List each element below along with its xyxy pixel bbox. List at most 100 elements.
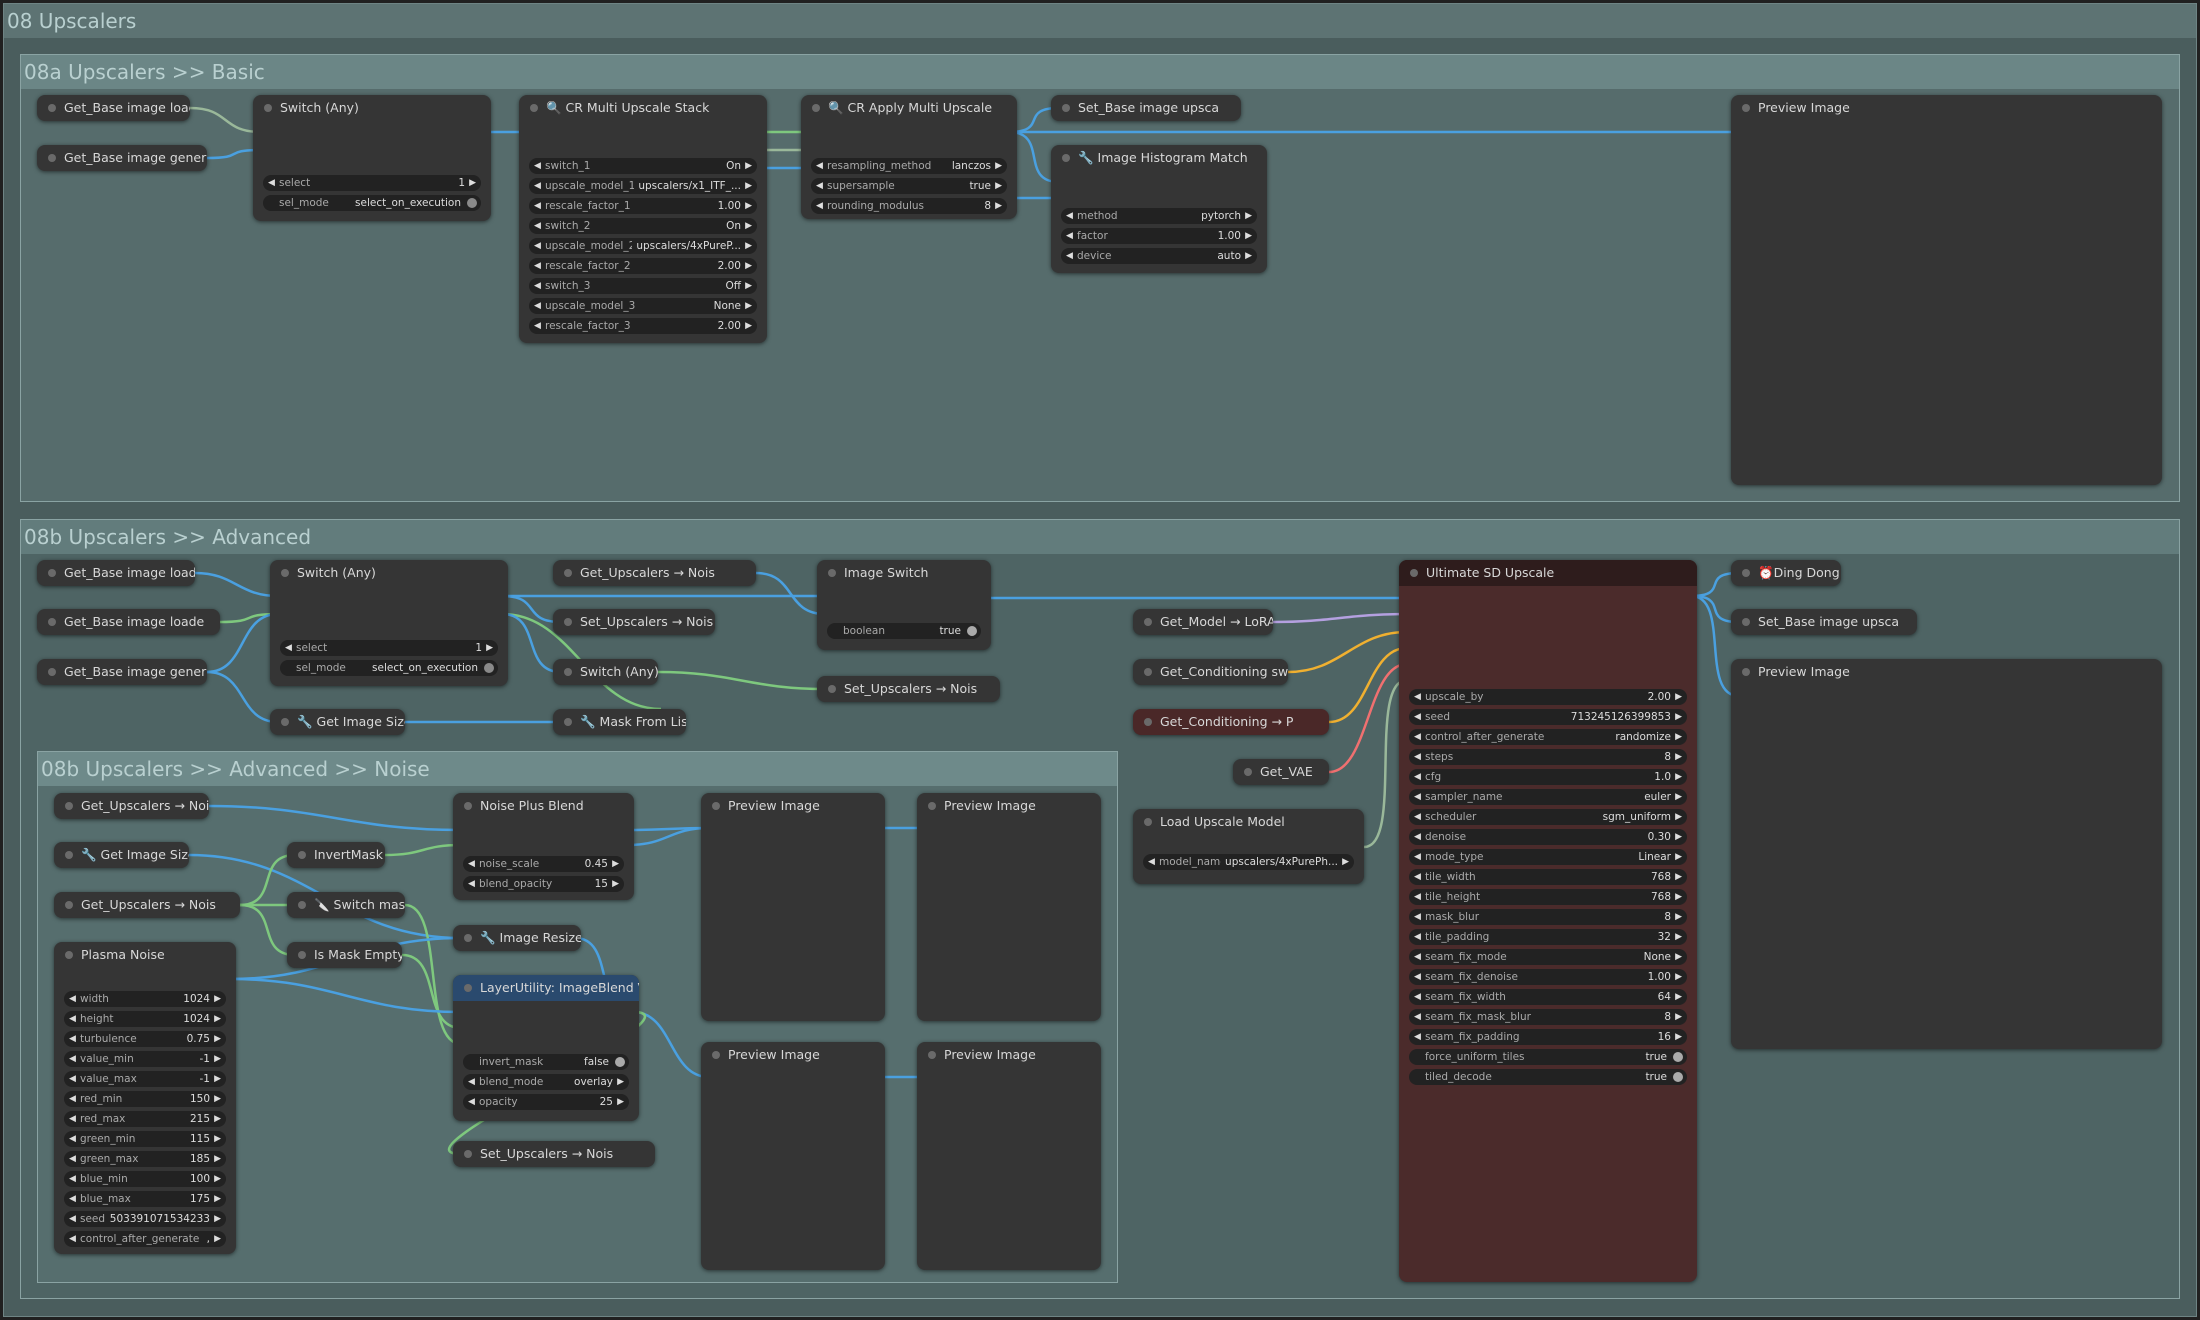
decrement-arrow-icon[interactable]: ◀ [534, 158, 541, 174]
increment-arrow-icon[interactable]: ▶ [214, 1071, 221, 1087]
decrement-arrow-icon[interactable]: ◀ [69, 1231, 76, 1247]
decrement-arrow-icon[interactable]: ◀ [69, 1071, 76, 1087]
adv-get-base-gen[interactable]: Get_Base image gener [37, 659, 207, 685]
green-min-widget[interactable]: ◀ green_min 115 ▶ [64, 1131, 226, 1147]
increment-arrow-icon[interactable]: ▶ [1675, 969, 1682, 985]
get-conditioning-p-node[interactable]: Get_Conditioning → P [1133, 709, 1329, 735]
decrement-arrow-icon[interactable]: ◀ [534, 258, 541, 274]
select-widget[interactable]: ◀ select 1 ▶ [280, 640, 498, 656]
decrement-arrow-icon[interactable]: ◀ [69, 1011, 76, 1027]
decrement-arrow-icon[interactable]: ◀ [69, 1131, 76, 1147]
workflow-canvas[interactable]: 08 Upscalers 08a Upscalers >> Basic 08b … [0, 0, 2200, 1320]
get-base-image-loaded-node[interactable]: Get_Base image loade [37, 95, 190, 121]
decrement-arrow-icon[interactable]: ◀ [1414, 789, 1421, 805]
decrement-arrow-icon[interactable]: ◀ [69, 1091, 76, 1107]
increment-arrow-icon[interactable]: ▶ [214, 1031, 221, 1047]
seam-fix-mode-widget[interactable]: ◀ seam_fix_mode None ▶ [1409, 949, 1687, 965]
increment-arrow-icon[interactable]: ▶ [214, 1051, 221, 1067]
height-widget[interactable]: ◀ height 1024 ▶ [64, 1011, 226, 1027]
mask-blur-widget[interactable]: ◀ mask_blur 8 ▶ [1409, 909, 1687, 925]
increment-arrow-icon[interactable]: ▶ [1675, 869, 1682, 885]
device-widget[interactable]: ◀ device auto ▶ [1061, 248, 1257, 264]
tile-width-widget[interactable]: ◀ tile_width 768 ▶ [1409, 869, 1687, 885]
increment-arrow-icon[interactable]: ▶ [214, 1151, 221, 1167]
increment-arrow-icon[interactable]: ▶ [1675, 889, 1682, 905]
decrement-arrow-icon[interactable]: ◀ [69, 1191, 76, 1207]
noise-plus-blend-node[interactable]: Noise Plus Blend ◀ noise_scale 0.45 ▶ ◀ blend… [453, 793, 634, 900]
increment-arrow-icon[interactable]: ▶ [214, 1011, 221, 1027]
control-after-generate-widget[interactable]: ◀ control_after_generate, ▶ [64, 1231, 226, 1247]
increment-arrow-icon[interactable]: ▶ [745, 158, 752, 174]
increment-arrow-icon[interactable]: ▶ [1675, 789, 1682, 805]
decrement-arrow-icon[interactable]: ◀ [534, 238, 541, 254]
is-mask-empty-node[interactable]: Is Mask Empty [287, 942, 402, 968]
increment-arrow-icon[interactable]: ▶ [745, 258, 752, 274]
increment-arrow-icon[interactable]: ▶ [1675, 929, 1682, 945]
decrement-arrow-icon[interactable]: ◀ [69, 1211, 76, 1227]
layer-imageblend-node[interactable]: LayerUtility: ImageBlend V2 invert_mask f… [453, 975, 639, 1121]
force-uniform-tiles-widget[interactable]: force_uniform_tiles true [1409, 1049, 1687, 1065]
noise-preview-2[interactable]: Preview Image [917, 793, 1101, 1021]
decrement-arrow-icon[interactable]: ◀ [1414, 849, 1421, 865]
adv-get-image-size[interactable]: 🔧 Get Image Size [270, 709, 405, 735]
increment-arrow-icon[interactable]: ▶ [1675, 849, 1682, 865]
toggle-knob-icon[interactable] [615, 1057, 625, 1067]
ultimate-sd-upscale-node[interactable]: Ultimate SD Upscale ◀ upscale_by 2.00 ▶ ◀ see… [1399, 560, 1697, 1282]
decrement-arrow-icon[interactable]: ◀ [1066, 228, 1073, 244]
select-widget[interactable]: ◀ select 1 ▶ [263, 175, 481, 191]
seed-widget[interactable]: ◀ seed 713245126399853 ▶ [1409, 709, 1687, 725]
decrement-arrow-icon[interactable]: ◀ [468, 1094, 475, 1110]
boolean-widget[interactable]: boolean true [827, 623, 981, 639]
tile-height-widget[interactable]: ◀ tile_height 768 ▶ [1409, 889, 1687, 905]
green-max-widget[interactable]: ◀ green_max 185 ▶ [64, 1151, 226, 1167]
increment-arrow-icon[interactable]: ▶ [214, 1131, 221, 1147]
noise-preview-4[interactable]: Preview Image [917, 1042, 1101, 1270]
decrement-arrow-icon[interactable]: ◀ [1414, 989, 1421, 1005]
plasma-noise-node[interactable]: Plasma Noise ◀ width 1024 ▶ ◀ height 1024 ▶ ◀ tur… [54, 942, 236, 1254]
sampler-name-widget[interactable]: ◀ sampler_name euler ▶ [1409, 789, 1687, 805]
switch-mask-node[interactable]: 🔪 Switch mask [287, 892, 405, 918]
denoise-widget[interactable]: ◀ denoise 0.30 ▶ [1409, 829, 1687, 845]
seam-fix-width-widget[interactable]: ◀ seam_fix_width 64 ▶ [1409, 989, 1687, 1005]
get-vae-node[interactable]: Get_VAE [1233, 759, 1329, 785]
upscale-model-1-widget[interactable]: ◀ upscale_model_1 upscalers/x1_ITF_... ▶ [529, 178, 757, 194]
get-model-lora-node[interactable]: Get_Model → LoRA [1133, 609, 1273, 635]
rounding-modulus-widget[interactable]: ◀ rounding_modulus 8 ▶ [811, 198, 1007, 214]
increment-arrow-icon[interactable]: ▶ [1245, 248, 1252, 264]
decrement-arrow-icon[interactable]: ◀ [1066, 208, 1073, 224]
increment-arrow-icon[interactable]: ▶ [214, 1111, 221, 1127]
rescale-factor-1-widget[interactable]: ◀ rescale_factor_1 1.00 ▶ [529, 198, 757, 214]
increment-arrow-icon[interactable]: ▶ [745, 238, 752, 254]
image-resize-node[interactable]: 🔧 Image Resize [453, 925, 581, 951]
decrement-arrow-icon[interactable]: ◀ [69, 1111, 76, 1127]
increment-arrow-icon[interactable]: ▶ [1675, 1009, 1682, 1025]
method-widget[interactable]: ◀ method pytorch ▶ [1061, 208, 1257, 224]
increment-arrow-icon[interactable]: ▶ [214, 1191, 221, 1207]
increment-arrow-icon[interactable]: ▶ [1675, 1029, 1682, 1045]
rescale-factor-2-widget[interactable]: ◀ rescale_factor_2 2.00 ▶ [529, 258, 757, 274]
increment-arrow-icon[interactable]: ▶ [995, 178, 1002, 194]
decrement-arrow-icon[interactable]: ◀ [468, 856, 475, 872]
adv-set-upscalers-noise[interactable]: Set_Upscalers → Nois [553, 609, 715, 635]
blend-mode-widget[interactable]: ◀ blend_mode overlay ▶ [463, 1074, 629, 1090]
switch-any-node[interactable]: Switch (Any) ◀ select 1 ▶ sel_mode select_on… [253, 95, 491, 221]
decrement-arrow-icon[interactable]: ◀ [1414, 1029, 1421, 1045]
decrement-arrow-icon[interactable]: ◀ [1414, 1009, 1421, 1025]
set-base-image-upscale-node[interactable]: Set_Base image upsca [1051, 95, 1241, 121]
supersample-widget[interactable]: ◀ supersample true ▶ [811, 178, 1007, 194]
increment-arrow-icon[interactable]: ▶ [1675, 749, 1682, 765]
blend-opacity-widget[interactable]: ◀ blend_opacity 15 ▶ [463, 876, 624, 892]
decrement-arrow-icon[interactable]: ◀ [534, 218, 541, 234]
adv-mask-from-list[interactable]: 🔧 Mask From List [553, 709, 686, 735]
decrement-arrow-icon[interactable]: ◀ [1414, 829, 1421, 845]
width-widget[interactable]: ◀ width 1024 ▶ [64, 991, 226, 1007]
decrement-arrow-icon[interactable]: ◀ [1414, 889, 1421, 905]
increment-arrow-icon[interactable]: ▶ [214, 991, 221, 1007]
decrement-arrow-icon[interactable]: ◀ [534, 298, 541, 314]
control-after-generate-widget[interactable]: ◀ control_after_generate randomize ▶ [1409, 729, 1687, 745]
steps-widget[interactable]: ◀ steps 8 ▶ [1409, 749, 1687, 765]
seam-fix-mask-blur-widget[interactable]: ◀ seam_fix_mask_blur 8 ▶ [1409, 1009, 1687, 1025]
upscale-model-2-widget[interactable]: ◀ upscale_model_2 upscalers/4xPureP... ▶ [529, 238, 757, 254]
increment-arrow-icon[interactable]: ▶ [745, 218, 752, 234]
decrement-arrow-icon[interactable]: ◀ [69, 991, 76, 1007]
